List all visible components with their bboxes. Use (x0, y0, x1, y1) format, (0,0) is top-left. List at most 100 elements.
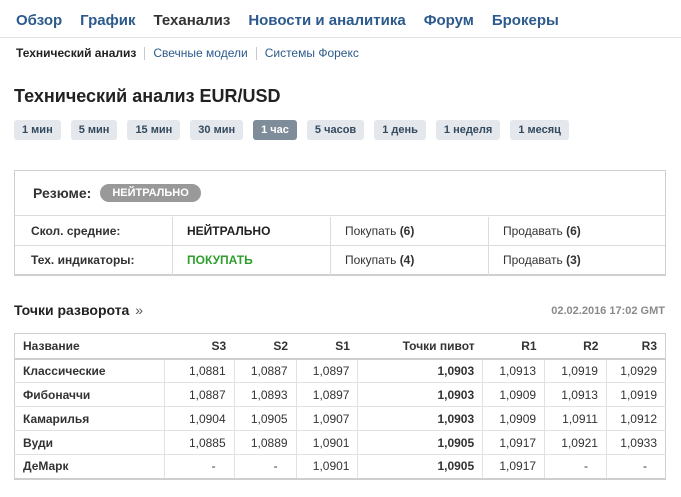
s3-cell: 1,0904 (164, 406, 235, 431)
r1-cell: 1,0909 (482, 406, 546, 431)
table-row: ДеМарк - - 1,0901 1,0905 1,0917 - - (14, 454, 666, 479)
summary-row-indicators: Тех. индикаторы: ПОКУПАТЬ Покупать (4) П… (15, 246, 665, 275)
subnav-separator (255, 46, 257, 60)
summary-label: Резюме: (33, 185, 92, 201)
summary-row-label: Скол. средние: (15, 217, 173, 246)
column-header: S1 (296, 333, 358, 360)
method-name: Классические (14, 358, 165, 383)
pivot-cell: 1,0905 (357, 454, 484, 479)
pivot-points-table: Название S3 S2 S1 Точки пивот R1 R2 R3 К… (14, 333, 666, 480)
s3-cell: 1,0885 (164, 430, 235, 455)
s2-cell: 1,0905 (234, 406, 297, 431)
column-header: R2 (544, 333, 607, 360)
summary-row-buy: Покупать (6) (331, 217, 489, 246)
s2-cell: 1,0889 (234, 430, 297, 455)
buy-text: Покупать (345, 253, 397, 267)
sell-text: Продавать (503, 253, 563, 267)
nav-news[interactable]: Новости и аналитика (248, 12, 405, 29)
r3-cell: - (606, 454, 666, 479)
page-title: Технический анализ EUR/USD (14, 86, 281, 106)
timeframe-1min[interactable]: 1 мин (14, 120, 61, 140)
pivot-cell: 1,0903 (357, 358, 484, 383)
pivot-points-title: Точки разворота (14, 302, 130, 318)
r2-cell: 1,0911 (544, 406, 607, 431)
summary-header: Резюме: НЕЙТРАЛЬНО (15, 171, 665, 216)
s3-cell: 1,0887 (164, 382, 235, 407)
timeframe-1month[interactable]: 1 месяц (510, 120, 569, 140)
summary-row-sell: Продавать (6) (489, 217, 665, 246)
timeframe-15min[interactable]: 15 мин (127, 120, 181, 140)
table-header-row: Название S3 S2 S1 Точки пивот R1 R2 R3 (14, 333, 666, 360)
s1-cell: 1,0901 (296, 454, 359, 479)
chevron-right-icon: » (135, 302, 144, 318)
column-header: Точки пивот (357, 333, 483, 360)
column-header: S3 (164, 333, 235, 360)
s1-cell: 1,0907 (296, 406, 359, 431)
r3-cell: 1,0933 (606, 430, 666, 455)
table-row: Фибоначчи 1,0887 1,0893 1,0897 1,0903 1,… (14, 382, 666, 407)
summary-row-sell: Продавать (3) (489, 246, 665, 275)
s1-cell: 1,0901 (296, 430, 359, 455)
sell-count: (6) (566, 224, 581, 238)
s2-cell: 1,0893 (234, 382, 297, 407)
nav-brokers[interactable]: Брокеры (492, 12, 559, 29)
subnav-candle-patterns[interactable]: Свечные модели (153, 46, 247, 60)
buy-count: (4) (399, 253, 415, 267)
sell-count: (3) (566, 253, 581, 267)
pivot-timestamp: 02.02.2016 17:02 GMT (551, 305, 665, 317)
column-header: R3 (606, 333, 666, 360)
pivot-cell: 1,0903 (357, 382, 484, 407)
timeframe-1week[interactable]: 1 неделя (435, 120, 501, 140)
method-name: Камарилья (14, 406, 165, 431)
timeframe-1hour[interactable]: 1 час (253, 120, 297, 140)
column-header: Название (14, 333, 165, 360)
r3-cell: 1,0912 (606, 406, 666, 431)
sub-nav: Технический анализ Свечные модели Систем… (16, 45, 359, 61)
summary-row-verdict: ПОКУПАТЬ (173, 246, 331, 275)
s1-cell: 1,0897 (296, 358, 359, 383)
top-nav: Обзор График Теханализ Новости и аналити… (16, 9, 577, 31)
method-name: Фибоначчи (14, 382, 165, 407)
nav-forum[interactable]: Форум (424, 12, 474, 29)
s3-cell: - (164, 454, 235, 479)
nav-divider (0, 37, 681, 38)
timeframe-5min[interactable]: 5 мин (70, 120, 118, 140)
summary-row-label: Тех. индикаторы: (15, 246, 173, 275)
nav-tech-analysis[interactable]: Теханализ (153, 12, 230, 29)
r2-cell: - (544, 454, 607, 479)
s1-cell: 1,0897 (296, 382, 359, 407)
s3-cell: 1,0881 (164, 358, 235, 383)
timeframe-tabs: 1 мин 5 мин 15 мин 30 мин 1 час 5 часов … (14, 120, 579, 140)
s2-cell: - (234, 454, 297, 479)
r1-cell: 1,0909 (482, 382, 546, 407)
table-row: Классические 1,0881 1,0887 1,0897 1,0903… (14, 358, 666, 383)
pivot-points-heading[interactable]: Точки разворота » (14, 302, 143, 318)
nav-chart[interactable]: График (80, 12, 135, 29)
summary-panel: Резюме: НЕЙТРАЛЬНО Скол. средние: НЕЙТРА… (14, 170, 666, 276)
buy-count: (6) (399, 224, 415, 238)
summary-row-verdict: НЕЙТРАЛЬНО (173, 217, 331, 246)
method-name: ДеМарк (14, 454, 165, 479)
column-header: S2 (234, 333, 297, 360)
timeframe-5hours[interactable]: 5 часов (306, 120, 365, 140)
subnav-separator (144, 46, 146, 60)
subnav-tech-analysis[interactable]: Технический анализ (16, 46, 136, 60)
nav-overview[interactable]: Обзор (16, 12, 62, 29)
r2-cell: 1,0913 (544, 382, 607, 407)
s2-cell: 1,0887 (234, 358, 297, 383)
timeframe-1day[interactable]: 1 день (374, 120, 426, 140)
timeframe-30min[interactable]: 30 мин (190, 120, 244, 140)
r3-cell: 1,0929 (606, 358, 666, 383)
sell-text: Продавать (503, 224, 563, 238)
pivot-cell: 1,0903 (357, 406, 484, 431)
summary-status-badge: НЕЙТРАЛЬНО (100, 184, 201, 202)
r2-cell: 1,0921 (544, 430, 607, 455)
column-header: R1 (482, 333, 545, 360)
r1-cell: 1,0917 (482, 454, 546, 479)
table-row: Камарилья 1,0904 1,0905 1,0907 1,0903 1,… (14, 406, 666, 431)
table-row: Вуди 1,0885 1,0889 1,0901 1,0905 1,0917 … (14, 430, 666, 455)
subnav-forex-systems[interactable]: Системы Форекс (265, 46, 359, 60)
r1-cell: 1,0917 (482, 430, 546, 455)
summary-row-buy: Покупать (4) (331, 246, 489, 275)
summary-row-moving-averages: Скол. средние: НЕЙТРАЛЬНО Покупать (6) П… (15, 217, 665, 246)
